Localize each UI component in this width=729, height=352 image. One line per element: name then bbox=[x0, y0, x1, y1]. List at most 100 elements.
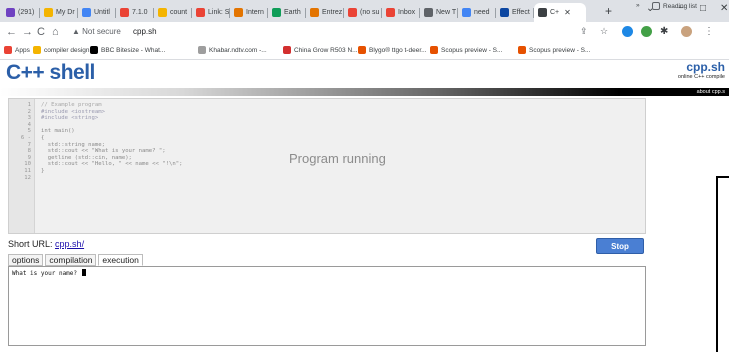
tab-favicon-icon bbox=[44, 8, 53, 17]
tab-compilation[interactable]: compilation bbox=[45, 254, 97, 266]
bookmark-favicon-icon bbox=[198, 46, 206, 54]
browser-tab[interactable]: need bbox=[458, 3, 496, 22]
tab-label: C+ bbox=[550, 9, 560, 16]
reading-list-button[interactable]: Reading list bbox=[652, 2, 697, 10]
warning-icon: ▲ bbox=[72, 27, 80, 36]
browser-tab[interactable]: Intern bbox=[230, 3, 268, 22]
text-cursor bbox=[81, 269, 86, 276]
tab-favicon-icon bbox=[462, 8, 471, 17]
line-number: 6 - bbox=[20, 135, 31, 141]
puzzle-icon[interactable]: ✱ bbox=[660, 26, 668, 37]
browser-tab[interactable]: C+ ✕ bbox=[534, 3, 586, 22]
site-logo[interactable]: C++ shell bbox=[6, 61, 95, 85]
menu-icon[interactable]: ⋮ bbox=[704, 26, 714, 37]
tab-label: Inbox bbox=[398, 9, 416, 16]
not-secure-indicator[interactable]: ▲ Not secure bbox=[72, 27, 121, 36]
tab-favicon-icon bbox=[500, 8, 509, 17]
browser-tab[interactable]: Link: S bbox=[192, 3, 230, 22]
browser-tab[interactable]: My Dr bbox=[40, 3, 78, 22]
close-tab-icon[interactable]: ✕ bbox=[564, 8, 571, 17]
tab-options[interactable]: options bbox=[8, 254, 44, 266]
tab-favicon-icon bbox=[196, 8, 205, 17]
tab-label: Entrez bbox=[322, 9, 343, 16]
tab-execution[interactable]: execution bbox=[98, 254, 143, 266]
bookmark-item[interactable]: compiler design bbox=[33, 46, 90, 54]
side-frame bbox=[716, 176, 729, 352]
bookmark-favicon-icon bbox=[283, 46, 291, 54]
bookmark-favicon-icon bbox=[430, 46, 438, 54]
extension-icon[interactable] bbox=[622, 26, 633, 37]
tab-label: New T bbox=[436, 9, 457, 16]
tab-favicon-icon bbox=[538, 8, 547, 17]
browser-tab[interactable]: (291) bbox=[2, 3, 40, 22]
short-url-label: Short URL: bbox=[8, 239, 53, 249]
browser-tab[interactable]: Inbox bbox=[382, 3, 420, 22]
bookmark-item[interactable]: China Grow R503 N... bbox=[283, 46, 358, 54]
short-url-link[interactable]: cpp.sh/ bbox=[55, 239, 84, 249]
browser-tab[interactable]: New T bbox=[420, 3, 458, 22]
tab-label: Effect bbox=[512, 9, 530, 16]
about-link[interactable]: about cpp.s bbox=[697, 88, 725, 96]
site-header: C++ shell cpp.sh online C++ compile abou… bbox=[0, 60, 729, 96]
avatar[interactable] bbox=[681, 26, 692, 37]
browser-tab[interactable]: Untitl bbox=[78, 3, 116, 22]
bookmark-item[interactable]: Scopus preview - S... bbox=[430, 46, 502, 54]
code-line: int main() bbox=[41, 128, 75, 135]
bookmark-item[interactable]: BBC Bitesize - What... bbox=[90, 46, 165, 54]
tab-favicon-icon bbox=[158, 8, 167, 17]
execution-console[interactable]: What is your name? bbox=[8, 266, 646, 346]
browser-tabstrip: (291) My Dr Untitl 7.1.0 count Link: S Intern E… bbox=[0, 0, 729, 22]
site-tagline: online C++ compile bbox=[677, 74, 725, 80]
line-number: 8 bbox=[27, 148, 31, 155]
short-url: Short URL: cpp.sh/ bbox=[8, 239, 84, 249]
code-line: std::cout << "Hello, " << name << "!\n"; bbox=[41, 161, 183, 168]
bookmark-favicon-icon bbox=[518, 46, 526, 54]
stop-button[interactable]: Stop bbox=[596, 238, 644, 254]
bookmark-label: Blygo® ttgo t-deer... bbox=[369, 46, 427, 54]
tab-favicon-icon bbox=[310, 8, 319, 17]
header-divider bbox=[0, 88, 729, 96]
code-editor[interactable]: Program running 123456 -7 8 9 10 11 12// Exam… bbox=[8, 98, 646, 234]
tab-favicon-icon bbox=[386, 8, 395, 17]
code-line: } bbox=[41, 168, 45, 174]
output-tabs: options compilation execution bbox=[8, 254, 143, 266]
line-number: 7 bbox=[27, 141, 31, 148]
extension-icon[interactable] bbox=[641, 26, 652, 37]
bookmark-label: Scopus preview - S... bbox=[441, 46, 503, 54]
browser-tab[interactable]: (no su bbox=[344, 3, 382, 22]
browser-tab[interactable]: count bbox=[154, 3, 192, 22]
program-status: Program running bbox=[289, 151, 386, 166]
code-line: { bbox=[41, 135, 45, 141]
close-window-button[interactable]: ✕ bbox=[720, 3, 728, 14]
tab-favicon-icon bbox=[120, 8, 129, 17]
tab-favicon-icon bbox=[82, 8, 91, 17]
browser-tab[interactable]: 7.1.0 bbox=[116, 3, 154, 22]
bookmark-item[interactable]: Blygo® ttgo t-deer... bbox=[358, 46, 427, 54]
address-bar[interactable]: cpp.sh bbox=[133, 27, 157, 36]
tab-label: (no su bbox=[360, 9, 380, 16]
browser-tab[interactable]: Earth bbox=[268, 3, 306, 22]
code-line: #include <iostream> bbox=[41, 108, 105, 115]
tab-favicon-icon bbox=[272, 8, 281, 17]
browser-tab[interactable]: Entrez bbox=[306, 3, 344, 22]
browser-tab[interactable]: Effect bbox=[496, 3, 534, 22]
bookmarks-bar: Apps compiler design BBC Bitesize - What..… bbox=[0, 44, 729, 60]
tab-label: Link: S bbox=[208, 9, 230, 16]
more-bookmarks-icon[interactable]: » bbox=[636, 2, 640, 9]
site-logo-right[interactable]: cpp.sh bbox=[686, 60, 725, 74]
reload-icon[interactable]: C bbox=[37, 26, 45, 38]
tab-label: Intern bbox=[246, 9, 264, 16]
bookmark-item[interactable]: Khabar.ndtv.com -... bbox=[198, 46, 267, 54]
back-icon[interactable]: ← bbox=[6, 26, 17, 38]
bookmark-item[interactable]: Apps bbox=[4, 46, 30, 54]
maximize-button[interactable]: □ bbox=[700, 3, 706, 14]
forward-icon[interactable]: → bbox=[22, 26, 33, 38]
line-number: 10 bbox=[24, 161, 31, 168]
tab-favicon-icon bbox=[6, 8, 15, 17]
share-icon[interactable]: ⇪ bbox=[580, 26, 588, 37]
bookmark-star-icon[interactable]: ☆ bbox=[600, 26, 608, 37]
bookmark-item[interactable]: Scopus preview - S... bbox=[518, 46, 590, 54]
home-icon[interactable]: ⌂ bbox=[52, 26, 59, 38]
new-tab-button[interactable]: + bbox=[605, 4, 612, 18]
tab-favicon-icon bbox=[348, 8, 357, 17]
